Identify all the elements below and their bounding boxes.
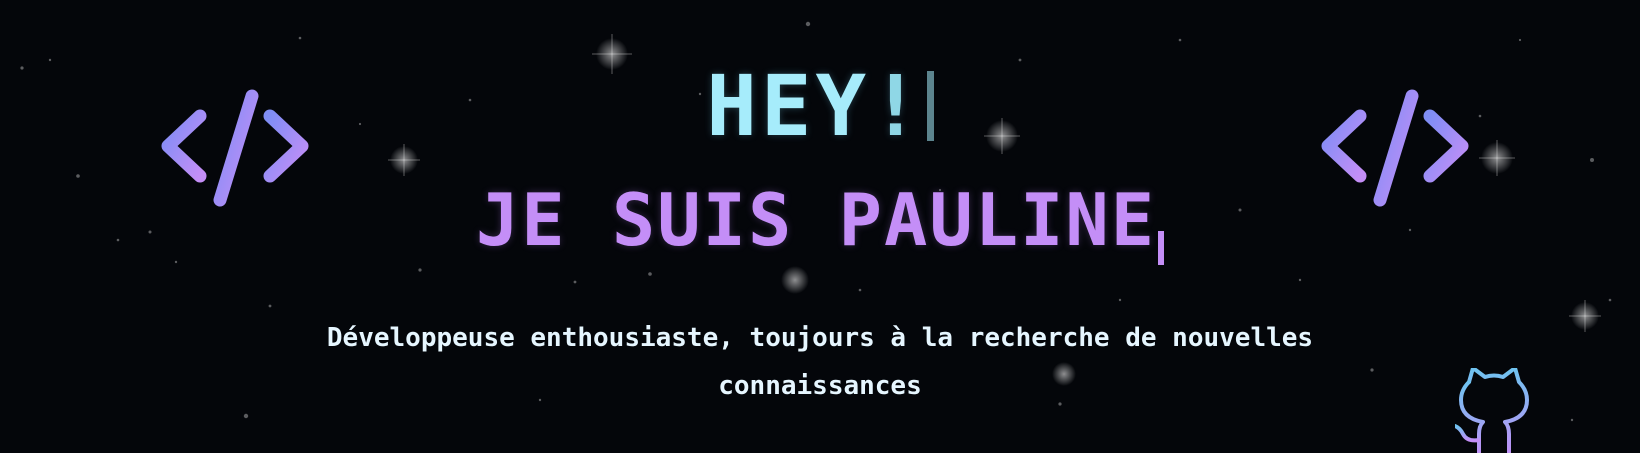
name-text: JE SUIS PAULINE <box>475 178 1157 262</box>
typing-cursor <box>926 71 934 141</box>
greeting-exclamation: ! <box>870 57 925 155</box>
typing-caret <box>1158 231 1165 265</box>
hero-section: HEY! JE SUIS PAULINE Développeuse enthou… <box>0 0 1640 453</box>
github-octocat-icon[interactable] <box>1455 368 1533 453</box>
tagline-line-1: Développeuse enthousiaste, toujours à la… <box>326 323 1314 353</box>
tagline: Développeuse enthousiaste, toujours à la… <box>270 314 1370 410</box>
code-brackets-icon <box>1321 89 1469 207</box>
tagline-line-2: connaissances <box>718 371 922 401</box>
greeting-text: HEY <box>706 57 871 155</box>
